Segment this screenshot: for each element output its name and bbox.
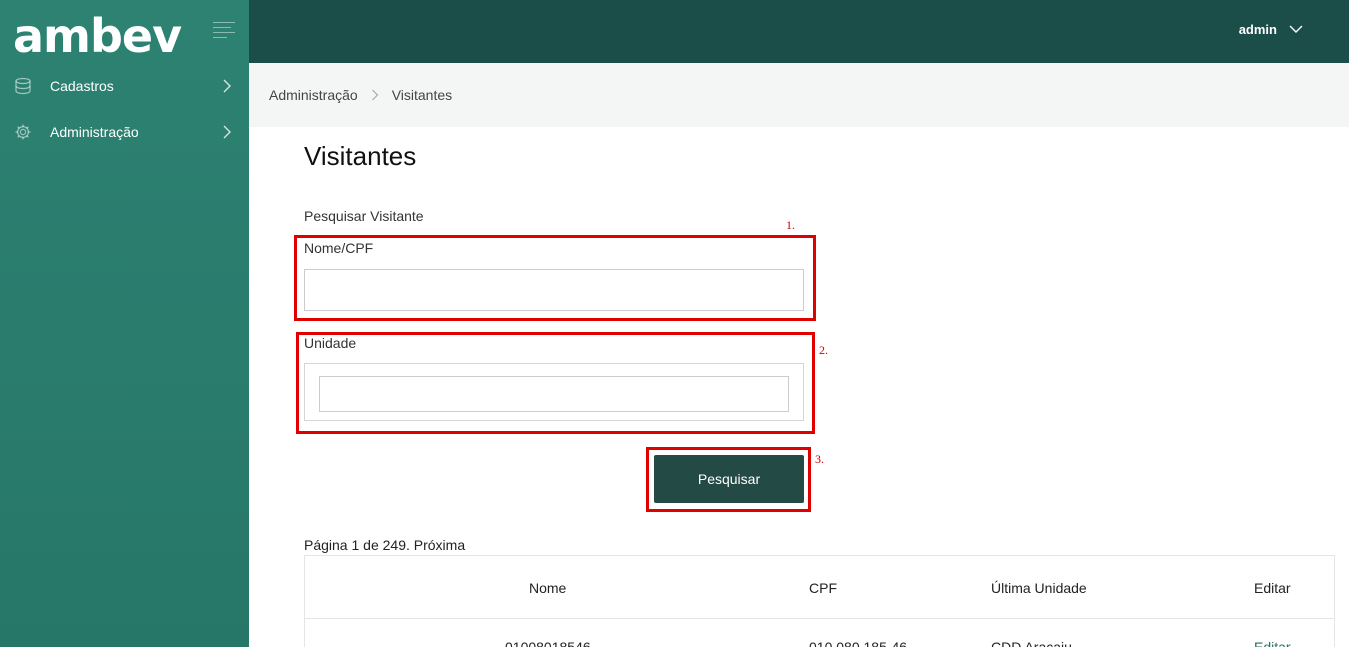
sidebar: ambev Cadastros Administração [0, 0, 249, 647]
gear-icon [15, 124, 31, 140]
visitors-table: Nome CPF Última Unidade Editar 010080185… [304, 555, 1335, 647]
chevron-right-icon [223, 79, 231, 93]
name-cpf-input[interactable] [304, 269, 804, 311]
page-title: Visitantes [304, 141, 417, 171]
topbar: admin [249, 0, 1349, 63]
user-menu[interactable]: admin [1239, 22, 1303, 37]
chevron-right-icon [371, 89, 379, 101]
breadcrumb-item-administracao[interactable]: Administração [269, 87, 358, 103]
header-nome: Nome [529, 580, 567, 596]
breadcrumb-item-visitantes: Visitantes [391, 87, 453, 103]
sidebar-item-cadastros[interactable]: Cadastros [0, 66, 249, 106]
row-nome: 01008018546 [505, 639, 591, 647]
annotation-number-2: 2. [819, 343, 828, 357]
search-button[interactable]: Pesquisar [654, 455, 804, 503]
ambev-logo: ambev [13, 9, 182, 63]
name-cpf-label: Nome/CPF [304, 240, 374, 256]
next-page-link[interactable]: Próxima [414, 537, 465, 553]
unit-input[interactable] [319, 376, 789, 412]
row-cpf: 010.080.185-46 [809, 639, 908, 647]
database-icon [15, 77, 31, 95]
sidebar-item-administracao[interactable]: Administração [0, 112, 249, 152]
header-ultima-unidade: Última Unidade [991, 580, 1087, 596]
chevron-down-icon [1289, 25, 1303, 33]
breadcrumb: Administração Visitantes [249, 63, 1349, 127]
pagination: Página 1 de 249. Próxima [304, 537, 465, 553]
pagination-text: Página 1 de 249. [304, 537, 410, 553]
edit-link[interactable]: Editar [1254, 639, 1291, 647]
menu-toggle-icon[interactable] [213, 22, 235, 38]
annotation-number-3: 3. [815, 452, 824, 466]
chevron-right-icon [223, 125, 231, 139]
row-unidade: CDD Aracaju [991, 639, 1072, 647]
unit-label: Unidade [304, 335, 357, 351]
sidebar-item-label: Cadastros [50, 78, 114, 94]
annotation-number-1: 1. [786, 218, 795, 232]
sidebar-item-label: Administração [50, 124, 139, 140]
section-label: Pesquisar Visitante [304, 208, 424, 224]
header-cpf: CPF [809, 580, 837, 596]
user-name: admin [1238, 22, 1277, 37]
header-editar: Editar [1254, 580, 1291, 596]
